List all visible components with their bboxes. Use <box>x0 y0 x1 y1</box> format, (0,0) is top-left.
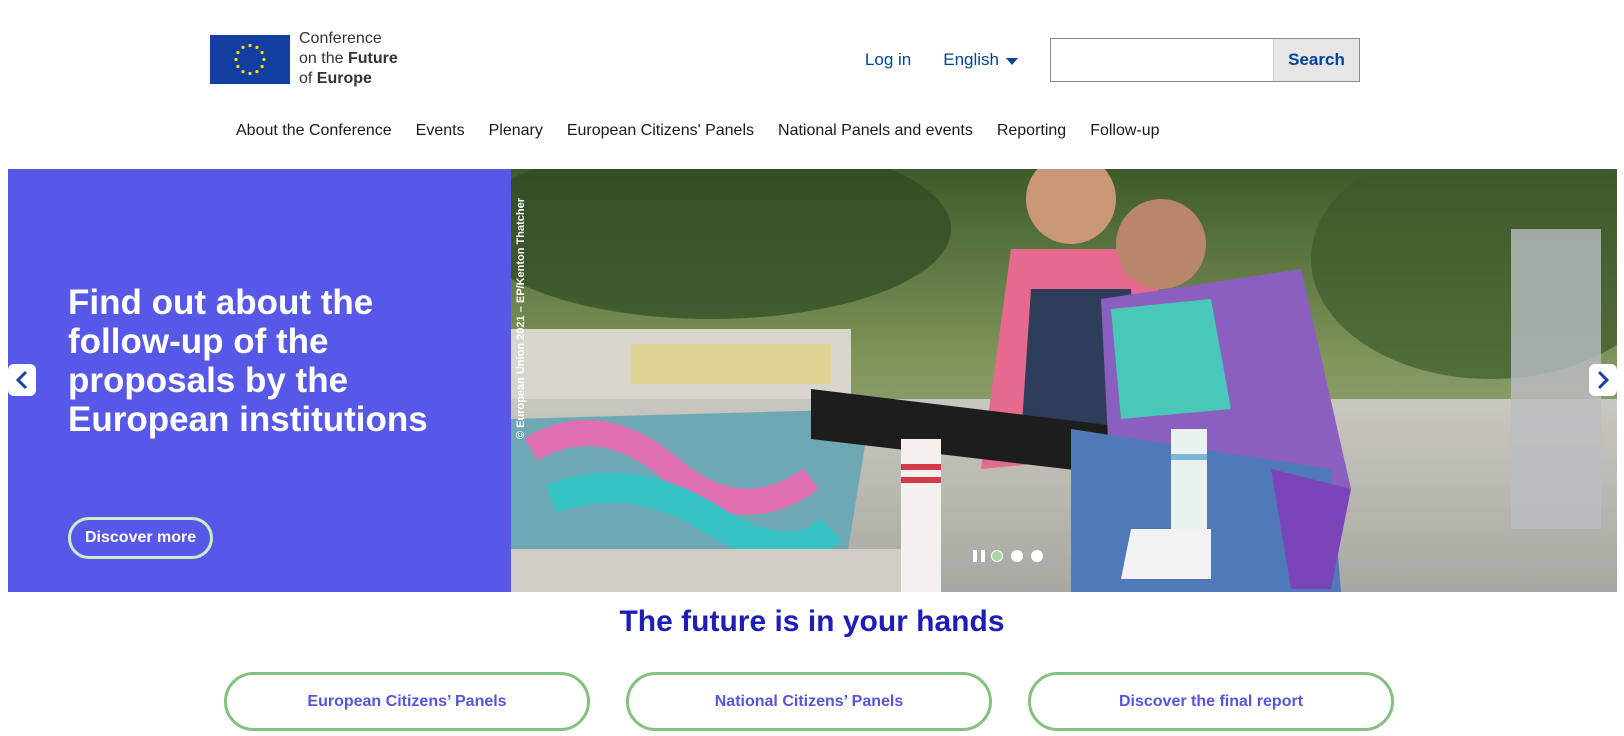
site-logo[interactable]: Conference on the Future of Europe <box>210 30 398 89</box>
logo-line-1: Conference <box>299 30 382 47</box>
language-label: English <box>943 50 999 69</box>
carousel-dot-2[interactable] <box>1011 550 1023 562</box>
carousel-controls <box>973 550 1051 562</box>
logo-line-2a: on the <box>299 50 348 67</box>
login-link[interactable]: Log in <box>865 50 911 70</box>
logo-line-3: of Europe <box>299 69 398 89</box>
final-report-button[interactable]: Discover the final report <box>1028 672 1394 731</box>
nav-item-national-panels[interactable]: National Panels and events <box>778 122 973 140</box>
tagline-heading: The future is in your hands <box>619 605 1005 638</box>
language-selector[interactable]: English <box>943 50 1018 70</box>
hero-image <box>511 169 1617 592</box>
hero-title: Find out about the follow-up of the prop… <box>68 283 428 439</box>
hero-text-panel: Find out about the follow-up of the prop… <box>8 169 511 592</box>
pause-icon[interactable] <box>973 550 985 562</box>
nav-item-reporting[interactable]: Reporting <box>997 122 1066 140</box>
national-citizens-panels-button[interactable]: National Citizens’ Panels <box>626 672 992 731</box>
header-utilities: Log in English Search <box>865 38 1360 82</box>
caret-down-icon <box>1006 57 1018 65</box>
nav-item-about[interactable]: About the Conference <box>236 122 392 140</box>
main-nav: About the Conference Events Plenary Euro… <box>236 122 1184 140</box>
logo-line-2: on the Future <box>299 49 398 69</box>
nav-item-plenary[interactable]: Plenary <box>489 122 543 140</box>
chevron-right-icon <box>1597 370 1610 390</box>
nav-item-follow-up[interactable]: Follow-up <box>1090 122 1159 140</box>
logo-line-3a: of <box>299 70 317 87</box>
chevron-left-icon <box>15 370 28 390</box>
logo-line-2b: Future <box>347 50 398 67</box>
hero-photo <box>511 169 1617 592</box>
search-button[interactable]: Search <box>1273 39 1359 81</box>
search-input[interactable] <box>1051 39 1273 81</box>
carousel-next-button[interactable] <box>1589 364 1617 396</box>
discover-more-button[interactable]: Discover more <box>68 517 214 559</box>
european-citizens-panels-button[interactable]: European Citizens’ Panels <box>224 672 590 731</box>
image-credit: © European Union 2021 – EP/Kenton Thatch… <box>514 179 530 439</box>
image-credit-text: © European Union 2021 – EP/Kenton Thatch… <box>515 198 527 439</box>
logo-text: Conference on the Future of Europe <box>299 29 398 89</box>
hero-carousel: Find out about the follow-up of the prop… <box>8 169 1617 592</box>
eu-flag-icon <box>210 35 290 84</box>
nav-item-european-citizens-panels[interactable]: European Citizens' Panels <box>567 122 754 140</box>
carousel-prev-button[interactable] <box>8 364 36 396</box>
nav-item-events[interactable]: Events <box>416 122 465 140</box>
logo-line-3b: Europe <box>316 70 372 87</box>
carousel-dot-3[interactable] <box>1031 550 1043 562</box>
carousel-dot-1[interactable] <box>991 550 1003 562</box>
search-form: Search <box>1050 38 1360 82</box>
